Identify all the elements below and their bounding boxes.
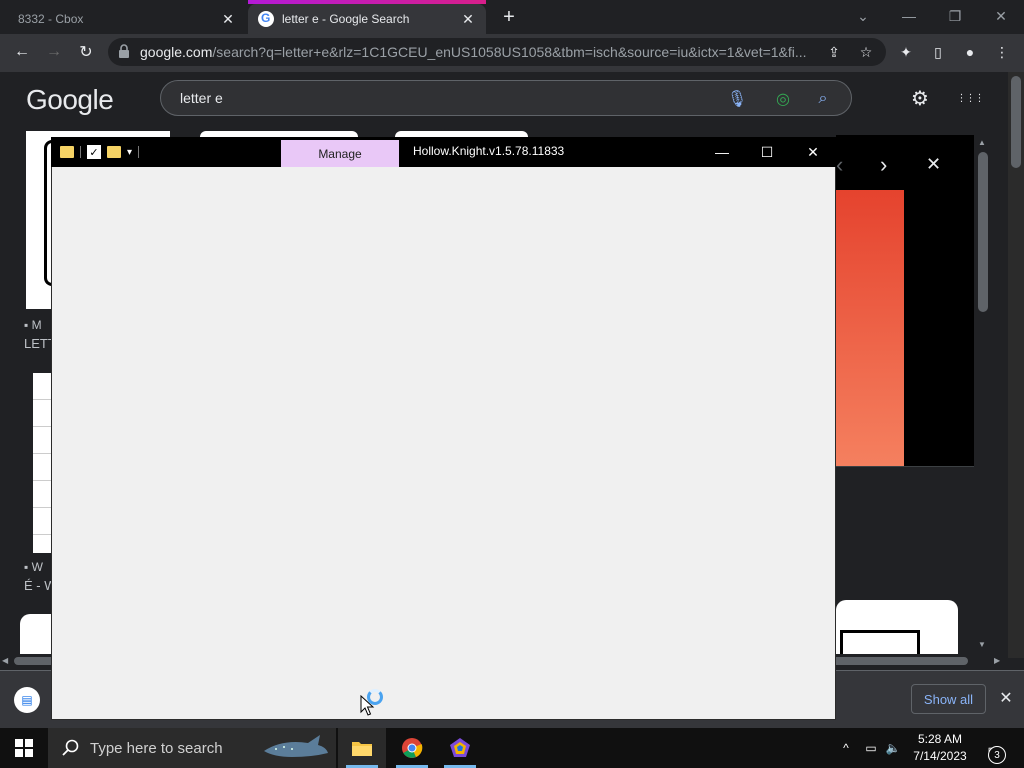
result-title[interactable]: LETT <box>24 336 52 351</box>
new-folder-icon[interactable] <box>107 146 121 158</box>
clock-time: 5:28 AM <box>917 732 963 746</box>
preview-next-icon[interactable]: › <box>880 152 898 177</box>
taskbar-search-placeholder: Type here to search <box>90 739 223 757</box>
share-icon[interactable]: ⇪ <box>824 42 844 62</box>
taskbar-file-explorer[interactable] <box>338 728 386 768</box>
folder-icon[interactable] <box>60 146 74 158</box>
download-bar-close-icon[interactable]: ✕ <box>996 688 1016 708</box>
tab-search-dropdown-icon[interactable]: ⌄ <box>840 4 886 28</box>
explorer-window-title: Hollow.Knight.v1.5.78.11833 <box>413 144 565 158</box>
page-scrollbar-thumb[interactable] <box>1011 76 1021 168</box>
toolbar-separator <box>138 146 140 158</box>
tab-title: letter e - Google Search <box>282 12 410 26</box>
taskbar-app[interactable] <box>436 728 484 768</box>
show-all-downloads-button[interactable]: Show all <box>911 684 986 714</box>
url-host: google.com <box>140 44 213 60</box>
manage-ribbon-tab[interactable]: Manage <box>281 140 399 167</box>
preview-close-icon[interactable]: ✕ <box>926 154 946 176</box>
network-icon[interactable]: ▭ <box>862 740 880 756</box>
scroll-right-arrow-icon[interactable]: ▶ <box>994 656 1004 666</box>
preview-prev-icon[interactable]: ‹ <box>836 152 850 177</box>
google-apps-icon[interactable]: ⋮⋮⋮ <box>957 86 985 110</box>
side-panel-icon[interactable]: ▯ <box>928 42 948 62</box>
taskbar-chrome[interactable] <box>388 728 436 768</box>
search-highlight-whale-shark-icon[interactable] <box>262 731 330 765</box>
download-file-icon[interactable]: ▤ <box>14 687 40 713</box>
show-hidden-icons-button[interactable]: ^ <box>838 740 854 756</box>
notification-count-badge: 3 <box>988 746 1006 764</box>
folder-icon <box>352 742 372 756</box>
google-logo[interactable]: Google <box>26 84 114 116</box>
taskbar-clock[interactable]: 5:28 AM 7/14/2023 <box>908 731 972 765</box>
quick-access-toolbar: ✓ ▾ <box>60 142 140 162</box>
result-source-name: M <box>31 318 42 332</box>
toolbar-separator <box>80 146 81 158</box>
back-button[interactable]: ← <box>10 40 34 64</box>
search-icon[interactable]: ⌕ <box>812 88 834 110</box>
bookmark-star-icon[interactable]: ☆ <box>856 42 876 62</box>
image-result-thumbnail[interactable] <box>33 373 52 553</box>
google-lens-icon[interactable]: ◎ <box>772 88 794 110</box>
scroll-up-arrow-icon[interactable]: ▲ <box>978 138 988 148</box>
url-text[interactable]: google.com/search?q=letter+e&rlz=1C1GCEU… <box>140 44 816 60</box>
clock-date: 7/14/2023 <box>913 749 967 763</box>
volume-muted-icon[interactable]: 🔈 <box>884 740 902 756</box>
busy-spinner-icon <box>367 689 383 705</box>
result-source-name: W <box>31 560 43 574</box>
window-minimize-button[interactable]: — <box>886 4 932 28</box>
start-button[interactable] <box>0 728 48 768</box>
customize-toolbar-arrow-icon[interactable]: ▾ <box>127 147 132 158</box>
tab-close-icon[interactable]: ✕ <box>220 11 236 27</box>
preview-image[interactable] <box>836 190 904 466</box>
voice-search-mic-icon[interactable]: 🎙 <box>726 88 748 110</box>
reload-button[interactable]: ↻ <box>74 40 98 64</box>
profile-avatar-icon[interactable]: ● <box>960 42 980 62</box>
forward-button[interactable]: → <box>42 40 66 64</box>
chrome-menu-icon[interactable]: ⋮ <box>992 42 1012 62</box>
properties-check-icon[interactable]: ✓ <box>87 145 101 159</box>
result-title[interactable]: É - W <box>24 578 52 593</box>
search-icon <box>62 739 79 756</box>
explorer-maximize-button[interactable]: ☐ <box>744 140 790 164</box>
google-favicon-icon <box>258 11 274 27</box>
explorer-close-button[interactable]: ✕ <box>790 140 836 164</box>
tab-title: 8332 - Cbox <box>18 12 84 26</box>
url-path: /search?q=letter+e&rlz=1C1GCEU_enUS1058U… <box>212 44 807 60</box>
tab-google-search[interactable]: letter e - Google Search ✕ <box>248 4 486 34</box>
scroll-left-arrow-icon[interactable]: ◀ <box>2 656 12 666</box>
settings-gear-icon[interactable]: ⚙ <box>908 86 932 110</box>
file-explorer-window[interactable] <box>51 137 836 720</box>
windows-logo-icon <box>15 739 33 757</box>
search-query-text[interactable]: letter e <box>180 90 223 106</box>
tab-close-icon[interactable]: ✕ <box>460 11 476 27</box>
chrome-icon <box>402 738 423 758</box>
panel-scrollbar-thumb[interactable] <box>978 152 988 312</box>
result-source[interactable]: ▪ W <box>24 560 52 574</box>
tab-cbox[interactable]: 8332 - Cbox ✕ <box>8 4 246 34</box>
lock-icon[interactable] <box>118 44 130 58</box>
related-image-shape <box>840 630 920 654</box>
google-search-box[interactable] <box>160 80 852 116</box>
image-result-thumbnail[interactable] <box>20 614 52 654</box>
extensions-icon[interactable]: ✦ <box>896 42 916 62</box>
explorer-minimize-button[interactable]: — <box>699 140 745 164</box>
window-restore-button[interactable]: ❐ <box>932 4 978 28</box>
result-source[interactable]: ▪ M <box>24 318 52 332</box>
pentagon-app-icon <box>450 738 470 757</box>
scroll-down-arrow-icon[interactable]: ▼ <box>978 640 988 650</box>
new-tab-button[interactable]: + <box>498 6 520 28</box>
window-close-button[interactable]: ✕ <box>978 4 1024 28</box>
